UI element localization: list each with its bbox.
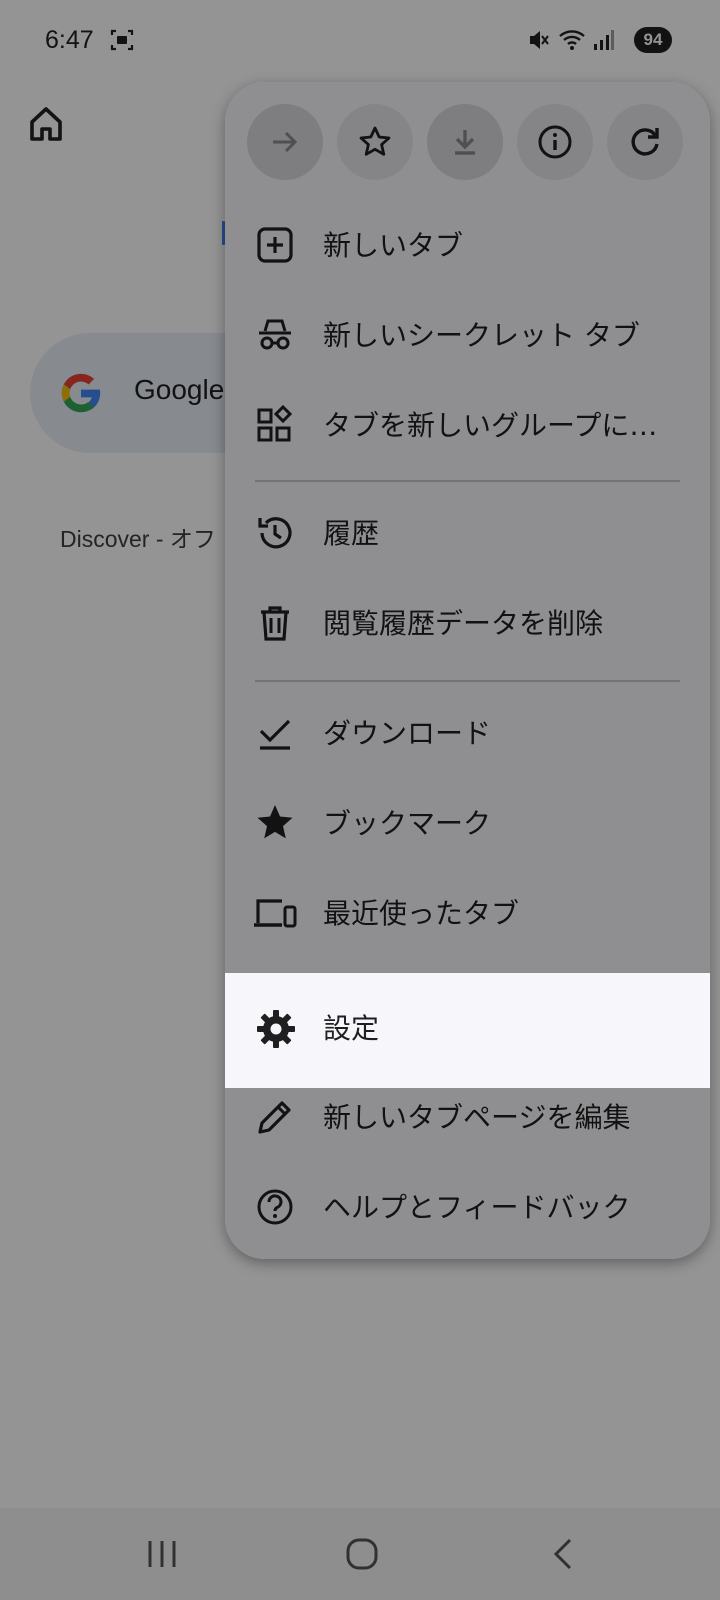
menu-item-label: ブックマーク bbox=[323, 807, 492, 840]
menu-top-actions bbox=[225, 104, 710, 180]
menu-item-new-tab[interactable]: 新しいタブ bbox=[225, 200, 710, 290]
menu-item-label: ダウンロード bbox=[323, 717, 492, 750]
menu-item-clear-data[interactable]: 閲覧履歴データを削除 bbox=[225, 578, 710, 668]
menu-item-incognito-tab[interactable]: 新しいシークレット タブ bbox=[225, 290, 710, 380]
history-icon bbox=[255, 513, 295, 553]
help-icon bbox=[255, 1187, 295, 1227]
menu-item-label: 履歴 bbox=[323, 517, 380, 550]
menu-item-label: ヘルプとフィードバック bbox=[323, 1191, 631, 1224]
menu-divider bbox=[255, 680, 680, 682]
pencil-icon bbox=[255, 1097, 295, 1137]
menu-divider bbox=[255, 480, 680, 482]
reload-icon[interactable] bbox=[607, 104, 683, 180]
menu-item-downloads[interactable]: ダウンロード bbox=[225, 688, 710, 778]
menu-item-tab-group[interactable]: タブを新しいグループに追加 bbox=[225, 380, 710, 470]
menu-item-label: 最近使ったタブ bbox=[323, 897, 520, 930]
forward-icon bbox=[247, 104, 323, 180]
menu-item-history[interactable]: 履歴 bbox=[225, 488, 710, 578]
download-icon bbox=[427, 104, 503, 180]
menu-item-label: 閲覧履歴データを削除 bbox=[323, 607, 604, 640]
menu-item-help[interactable]: ヘルプとフィードバック bbox=[225, 1162, 710, 1252]
info-icon[interactable] bbox=[517, 104, 593, 180]
menu-item-label: 新しいシークレット タブ bbox=[323, 319, 640, 352]
trash-icon bbox=[255, 603, 295, 643]
menu-item-label: 新しいタブページを編集 bbox=[323, 1101, 631, 1134]
menu-item-recent-tabs[interactable]: 最近使ったタブ bbox=[225, 868, 710, 958]
menu-item-settings[interactable]: 設定 bbox=[225, 973, 710, 1088]
menu-item-label: 新しいタブ bbox=[323, 229, 464, 262]
downloads-check-icon bbox=[255, 713, 295, 753]
devices-icon bbox=[252, 893, 298, 933]
tab-group-icon bbox=[255, 404, 295, 445]
incognito-icon bbox=[255, 315, 295, 355]
settings-gear-icon bbox=[255, 1008, 297, 1050]
menu-item-label: 設定 bbox=[323, 1012, 380, 1045]
menu-item-label: タブを新しいグループに追加 bbox=[323, 409, 685, 442]
menu-item-bookmarks[interactable]: ブックマーク bbox=[225, 778, 710, 868]
bookmarks-star-icon bbox=[255, 803, 295, 843]
bookmark-star-icon[interactable] bbox=[337, 104, 413, 180]
new-tab-icon bbox=[255, 225, 295, 265]
